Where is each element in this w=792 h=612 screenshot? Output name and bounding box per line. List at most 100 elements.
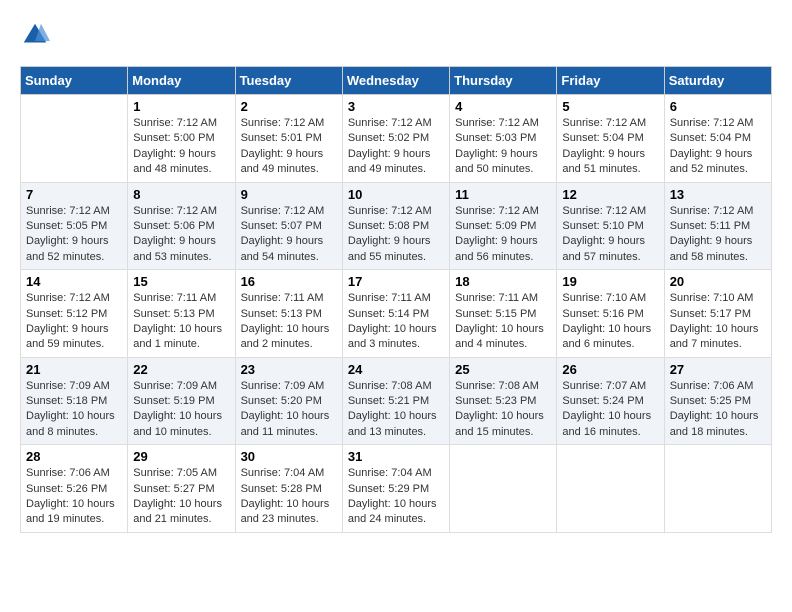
day-info: Sunrise: 7:12 AM Sunset: 5:09 PM Dayligh… — [455, 204, 551, 266]
day-number: 27 — [670, 362, 766, 377]
calendar-day: 2 Sunrise: 7:12 AM Sunset: 5:01 PM Dayli… — [235, 95, 342, 183]
sunrise: Sunrise: 7:10 AM — [562, 292, 646, 304]
sunset: Sunset: 5:08 PM — [348, 220, 429, 232]
daylight: Daylight: 9 hours and 59 minutes. — [26, 323, 109, 350]
calendar-day: 8 Sunrise: 7:12 AM Sunset: 5:06 PM Dayli… — [128, 182, 235, 270]
day-number: 22 — [133, 362, 229, 377]
calendar-day: 31 Sunrise: 7:04 AM Sunset: 5:29 PM Dayl… — [342, 445, 449, 533]
sunset: Sunset: 5:28 PM — [241, 483, 322, 495]
day-number: 30 — [241, 449, 337, 464]
day-number: 14 — [26, 274, 122, 289]
calendar-day: 27 Sunrise: 7:06 AM Sunset: 5:25 PM Dayl… — [664, 357, 771, 445]
day-number: 28 — [26, 449, 122, 464]
sunset: Sunset: 5:11 PM — [670, 220, 751, 232]
header-saturday: Saturday — [664, 67, 771, 95]
day-info: Sunrise: 7:12 AM Sunset: 5:12 PM Dayligh… — [26, 291, 122, 353]
calendar-day: 13 Sunrise: 7:12 AM Sunset: 5:11 PM Dayl… — [664, 182, 771, 270]
daylight: Daylight: 10 hours and 8 minutes. — [26, 410, 115, 437]
sunrise: Sunrise: 7:11 AM — [348, 292, 431, 304]
calendar-week-4: 21 Sunrise: 7:09 AM Sunset: 5:18 PM Dayl… — [21, 357, 772, 445]
day-info: Sunrise: 7:12 AM Sunset: 5:04 PM Dayligh… — [670, 116, 766, 178]
sunrise: Sunrise: 7:11 AM — [133, 292, 216, 304]
day-info: Sunrise: 7:05 AM Sunset: 5:27 PM Dayligh… — [133, 466, 229, 528]
day-number: 10 — [348, 187, 444, 202]
sunset: Sunset: 5:12 PM — [26, 308, 107, 320]
day-info: Sunrise: 7:09 AM Sunset: 5:18 PM Dayligh… — [26, 379, 122, 441]
daylight: Daylight: 9 hours and 55 minutes. — [348, 235, 431, 262]
header-tuesday: Tuesday — [235, 67, 342, 95]
day-info: Sunrise: 7:12 AM Sunset: 5:05 PM Dayligh… — [26, 204, 122, 266]
logo — [20, 20, 54, 50]
calendar-day: 9 Sunrise: 7:12 AM Sunset: 5:07 PM Dayli… — [235, 182, 342, 270]
sunset: Sunset: 5:21 PM — [348, 395, 429, 407]
sunrise: Sunrise: 7:12 AM — [241, 205, 325, 217]
day-number: 21 — [26, 362, 122, 377]
daylight: Daylight: 9 hours and 48 minutes. — [133, 148, 216, 175]
day-number: 16 — [241, 274, 337, 289]
sunset: Sunset: 5:29 PM — [348, 483, 429, 495]
sunrise: Sunrise: 7:11 AM — [455, 292, 538, 304]
day-number: 15 — [133, 274, 229, 289]
sunset: Sunset: 5:18 PM — [26, 395, 107, 407]
daylight: Daylight: 9 hours and 53 minutes. — [133, 235, 216, 262]
day-number: 9 — [241, 187, 337, 202]
day-info: Sunrise: 7:12 AM Sunset: 5:07 PM Dayligh… — [241, 204, 337, 266]
day-number: 4 — [455, 99, 551, 114]
daylight: Daylight: 10 hours and 4 minutes. — [455, 323, 544, 350]
sunset: Sunset: 5:03 PM — [455, 132, 536, 144]
daylight: Daylight: 10 hours and 16 minutes. — [562, 410, 651, 437]
sunset: Sunset: 5:15 PM — [455, 308, 536, 320]
daylight: Daylight: 10 hours and 1 minute. — [133, 323, 222, 350]
daylight: Daylight: 9 hours and 56 minutes. — [455, 235, 538, 262]
day-number: 31 — [348, 449, 444, 464]
sunrise: Sunrise: 7:12 AM — [562, 117, 646, 129]
header-sunday: Sunday — [21, 67, 128, 95]
sunrise: Sunrise: 7:04 AM — [241, 467, 325, 479]
calendar: SundayMondayTuesdayWednesdayThursdayFrid… — [20, 66, 772, 533]
day-number: 26 — [562, 362, 658, 377]
calendar-day: 11 Sunrise: 7:12 AM Sunset: 5:09 PM Dayl… — [450, 182, 557, 270]
daylight: Daylight: 9 hours and 52 minutes. — [670, 148, 753, 175]
sunrise: Sunrise: 7:08 AM — [348, 380, 432, 392]
sunset: Sunset: 5:01 PM — [241, 132, 322, 144]
daylight: Daylight: 9 hours and 52 minutes. — [26, 235, 109, 262]
calendar-day: 12 Sunrise: 7:12 AM Sunset: 5:10 PM Dayl… — [557, 182, 664, 270]
day-info: Sunrise: 7:12 AM Sunset: 5:03 PM Dayligh… — [455, 116, 551, 178]
sunset: Sunset: 5:27 PM — [133, 483, 214, 495]
calendar-day: 7 Sunrise: 7:12 AM Sunset: 5:05 PM Dayli… — [21, 182, 128, 270]
sunrise: Sunrise: 7:08 AM — [455, 380, 539, 392]
daylight: Daylight: 10 hours and 7 minutes. — [670, 323, 759, 350]
day-info: Sunrise: 7:10 AM Sunset: 5:16 PM Dayligh… — [562, 291, 658, 353]
sunset: Sunset: 5:23 PM — [455, 395, 536, 407]
calendar-day: 14 Sunrise: 7:12 AM Sunset: 5:12 PM Dayl… — [21, 270, 128, 358]
sunset: Sunset: 5:19 PM — [133, 395, 214, 407]
sunset: Sunset: 5:13 PM — [133, 308, 214, 320]
calendar-day: 20 Sunrise: 7:10 AM Sunset: 5:17 PM Dayl… — [664, 270, 771, 358]
sunrise: Sunrise: 7:09 AM — [26, 380, 110, 392]
day-number: 19 — [562, 274, 658, 289]
daylight: Daylight: 9 hours and 49 minutes. — [348, 148, 431, 175]
calendar-day: 15 Sunrise: 7:11 AM Sunset: 5:13 PM Dayl… — [128, 270, 235, 358]
calendar-day: 28 Sunrise: 7:06 AM Sunset: 5:26 PM Dayl… — [21, 445, 128, 533]
calendar-day: 18 Sunrise: 7:11 AM Sunset: 5:15 PM Dayl… — [450, 270, 557, 358]
day-info: Sunrise: 7:12 AM Sunset: 5:10 PM Dayligh… — [562, 204, 658, 266]
page-header — [20, 20, 772, 50]
day-number: 17 — [348, 274, 444, 289]
daylight: Daylight: 10 hours and 21 minutes. — [133, 498, 222, 525]
daylight: Daylight: 9 hours and 50 minutes. — [455, 148, 538, 175]
day-info: Sunrise: 7:04 AM Sunset: 5:29 PM Dayligh… — [348, 466, 444, 528]
daylight: Daylight: 10 hours and 6 minutes. — [562, 323, 651, 350]
sunrise: Sunrise: 7:06 AM — [670, 380, 754, 392]
day-info: Sunrise: 7:10 AM Sunset: 5:17 PM Dayligh… — [670, 291, 766, 353]
sunrise: Sunrise: 7:12 AM — [241, 117, 325, 129]
day-number: 24 — [348, 362, 444, 377]
daylight: Daylight: 9 hours and 57 minutes. — [562, 235, 645, 262]
day-info: Sunrise: 7:12 AM Sunset: 5:01 PM Dayligh… — [241, 116, 337, 178]
calendar-day: 17 Sunrise: 7:11 AM Sunset: 5:14 PM Dayl… — [342, 270, 449, 358]
day-number: 12 — [562, 187, 658, 202]
sunrise: Sunrise: 7:10 AM — [670, 292, 754, 304]
sunrise: Sunrise: 7:05 AM — [133, 467, 217, 479]
sunset: Sunset: 5:07 PM — [241, 220, 322, 232]
day-info: Sunrise: 7:12 AM Sunset: 5:00 PM Dayligh… — [133, 116, 229, 178]
day-number: 11 — [455, 187, 551, 202]
